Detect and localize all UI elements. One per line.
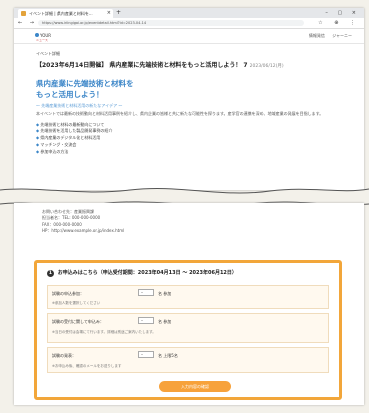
form-row-2: 試験の受付に関して申込み： – 名 参加 ※当日の受付は会場にて行います。詳細は…	[47, 313, 329, 343]
form-number-badge: 1	[47, 270, 54, 277]
tab-close-icon[interactable]: ×	[107, 9, 111, 18]
site-header: YOUR ニュース 情報発信 ジャーニー	[14, 29, 364, 44]
form-heading-text: お申込みはこちら（申込受付期間：2023年04月13日 ～ 2023年06月12…	[57, 270, 237, 276]
submit-button[interactable]: 入力内容の確認	[159, 381, 231, 392]
favicon-icon	[21, 11, 26, 16]
event-bullets: 先端技術と材料の最新動向について 先端技術を活用した製品開発事例の紹介 県内産業…	[36, 122, 342, 156]
form-row-label: 試験の申込参加：	[52, 291, 84, 296]
form-row-unit: 名 参加	[158, 291, 172, 296]
form-row-unit: 名 上限5名	[158, 353, 178, 358]
count-select[interactable]: –	[138, 351, 154, 358]
event-paragraph: 本イベントでは最新の技術動向と材料活用事例を紹介し、県内企業の皆様と共に新たな可…	[36, 111, 324, 116]
page-top-sheet: イベント詳細 | 県内産業と材料を... × + – ▢ × ← → C htt…	[14, 8, 364, 190]
new-tab-button[interactable]: +	[116, 9, 121, 17]
form-row-3: 試験の発表： – 名 上限5名 ※お申込み後、確認のメールをお送りします	[47, 347, 329, 373]
event-date: 2023/06/12(月)	[249, 64, 284, 69]
form-row-label: 試験の受付に関して申込み：	[52, 319, 104, 324]
address-bar: ← → C https://www.iriingigai.or.jp/event…	[14, 18, 364, 29]
event-title-text: 【2023年6月14日開催】 県内産業に先端技術と材料をもっと活用しよう！ 7	[36, 62, 248, 69]
category-label: イベント詳細	[36, 51, 60, 56]
logo-subtitle: ニュース	[36, 38, 48, 42]
contact-info: お問い合わせ先：産業振興課 担当者名：TEL: 000-000-0000 FAX…	[14, 203, 364, 234]
form-heading: 1 お申込みはこちら（申込受付期間：2023年04月13日 ～ 2023年06月…	[47, 269, 329, 277]
header-links: 情報発信 ジャーニー	[303, 33, 352, 39]
form-row-label: 試験の発表：	[52, 353, 76, 358]
browser-tab[interactable]: イベント詳細 | 県内産業と材料を... ×	[18, 9, 113, 18]
tab-title: イベント詳細 | 県内産業と材料を...	[29, 11, 93, 16]
form-row-note: ※当日の受付は会場にて行います。詳細は別途ご案内いたします。	[52, 330, 156, 334]
application-form: 1 お申込みはこちら（申込受付期間：2023年04月13日 ～ 2023年06月…	[34, 260, 342, 400]
header-link-journey[interactable]: ジャーニー	[332, 33, 352, 38]
browser-tab-bar: イベント詳細 | 県内産業と材料を... × + – ▢ ×	[14, 8, 364, 18]
form-row-1: 試験の申込参加： – 名 参加 ※参加人数を選択してください	[47, 285, 329, 309]
form-row-note: ※参加人数を選択してください	[52, 301, 101, 305]
count-select[interactable]: –	[138, 289, 154, 296]
toolbar-icons[interactable]: ☆ ⊕ ⋮	[318, 18, 360, 28]
event-subtitle: ～ 先端産業技術と材料活用の新たなアイデア ～	[36, 103, 123, 108]
url-input[interactable]: https://www.iriingigai.or.jp/eventdetail…	[38, 20, 304, 26]
page-bottom-sheet: お問い合わせ先：産業振興課 担当者名：TEL: 000-000-0000 FAX…	[14, 203, 364, 405]
header-link-info[interactable]: 情報発信	[309, 33, 325, 38]
bullet-item: マッチング・交流会	[36, 142, 342, 149]
event-title: 【2023年6月14日開催】 県内産業に先端技術と材料をもっと活用しよう！ 7 …	[36, 60, 342, 69]
count-select[interactable]: –	[138, 317, 154, 324]
bullet-item: 参加申込の方法	[36, 149, 342, 156]
event-content: イベント詳細 【2023年6月14日開催】 県内産業に先端技術と材料をもっと活用…	[14, 44, 364, 155]
contact-link[interactable]: HP：http://www.example.or.jp/index.html	[42, 228, 336, 234]
form-row-note: ※お申込み後、確認のメールをお送りします	[52, 364, 122, 368]
hero-line-2: もっと活用しよう！	[36, 90, 104, 99]
bullet-item: 県内産業のデジタル化と材料活用	[36, 135, 342, 142]
window-controls[interactable]: – ▢ ×	[325, 8, 360, 18]
hero-line-1: 県内産業に先端技術と材料を	[36, 79, 134, 88]
form-row-unit: 名 参加	[158, 319, 172, 324]
hero-heading: 県内産業に先端技術と材料を もっと活用しよう！	[36, 78, 342, 100]
